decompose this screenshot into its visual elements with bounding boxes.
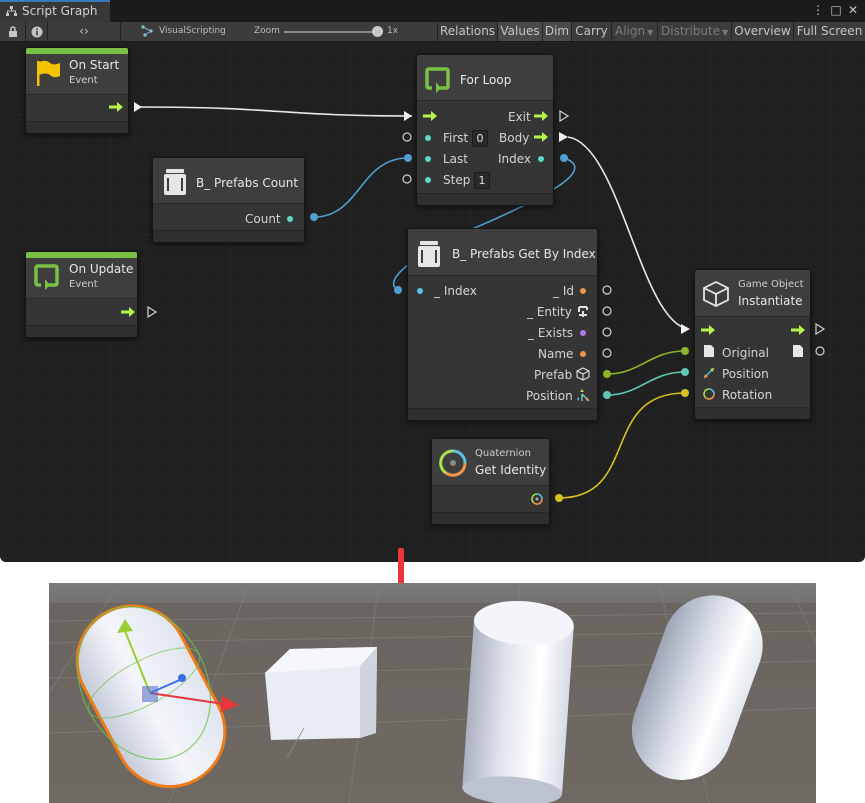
cube-icon	[703, 280, 729, 308]
update-loop-icon	[34, 264, 59, 290]
node-title: On Update	[69, 262, 134, 276]
node-subtitle: Event	[69, 75, 98, 86]
value-connection-position	[606, 371, 686, 396]
prefabs-get-by-index-node[interactable]: B_ Prefabs Get By Index _ Index _ Id _ E…	[407, 228, 598, 421]
prefab-label: Prefab	[534, 368, 573, 382]
id-label: _ Id	[553, 284, 574, 298]
document-icon	[704, 345, 714, 357]
node-subtitle: Event	[69, 279, 98, 290]
name-label: Name	[538, 347, 574, 361]
node-title: B_ Prefabs Count	[196, 176, 299, 190]
flow-output-port[interactable]	[109, 102, 123, 112]
flow-output-port[interactable]	[791, 325, 805, 335]
id-port-dot[interactable]	[580, 288, 586, 294]
last-port-dot[interactable]	[425, 156, 431, 162]
node-title: For Loop	[460, 73, 512, 87]
exit-flow-port[interactable]	[534, 111, 548, 121]
count-label: Count	[245, 212, 281, 226]
loop-icon	[425, 67, 450, 93]
step-port-dot[interactable]	[425, 177, 431, 183]
node-category: Quaternion	[475, 448, 531, 459]
on-start-node[interactable]: On Start Event	[25, 47, 129, 134]
node-title: On Start	[69, 58, 120, 72]
entity-icon[interactable]	[576, 305, 590, 319]
node-title: Get Identity	[475, 463, 547, 477]
cylinder	[462, 600, 574, 803]
rotation-label: Rotation	[722, 388, 773, 402]
index-input-port-dot[interactable]	[417, 288, 423, 294]
vector-icon	[703, 367, 715, 379]
exists-port-dot[interactable]	[580, 330, 586, 336]
first-value-field[interactable]: 0	[472, 130, 488, 147]
flow-input-port[interactable]	[423, 111, 437, 121]
position-label: Position	[722, 367, 769, 381]
body-flow-port[interactable]	[534, 132, 548, 142]
scene-view	[49, 583, 816, 803]
name-port-dot[interactable]	[580, 351, 586, 357]
for-loop-node[interactable]: For Loop Exit First 0 Body Last Index St…	[416, 54, 554, 206]
node-title: B_ Prefabs Get By Index	[452, 247, 596, 261]
list-icon	[164, 169, 186, 195]
get-identity-node[interactable]: Quaternion Get Identity	[431, 438, 550, 525]
on-update-node[interactable]: On Update Event	[25, 251, 138, 338]
prefabs-count-node[interactable]: B_ Prefabs Count Count	[152, 157, 305, 243]
flag-icon	[37, 60, 60, 86]
flow-connection-start	[139, 106, 413, 117]
index-label: Index	[498, 152, 532, 166]
count-port-dot[interactable]	[287, 216, 293, 222]
first-port-dot[interactable]	[425, 135, 431, 141]
rotation-icon	[703, 388, 715, 400]
instantiate-node[interactable]: Game Object Instantiate Original Positio…	[694, 269, 811, 420]
rotation-output-icon[interactable]	[530, 492, 544, 506]
index-input-label: _ Index	[434, 284, 477, 298]
first-label: First	[443, 131, 469, 145]
list-icon	[418, 241, 440, 267]
node-category: Game Object	[738, 279, 804, 290]
exists-label: _ Exists	[528, 326, 574, 340]
node-title: Instantiate	[738, 294, 803, 308]
document-output-icon[interactable]	[792, 344, 804, 358]
scene-render	[49, 583, 816, 803]
body-label: Body	[499, 131, 530, 145]
original-label: Original	[722, 346, 769, 360]
exit-label: Exit	[508, 110, 531, 124]
rotation-icon	[439, 449, 467, 477]
on-update-flow-out-icon[interactable]	[147, 306, 157, 318]
entity-label: _ Entity	[527, 305, 572, 319]
value-connection-prefab	[606, 350, 686, 375]
step-label: Step	[443, 173, 471, 187]
last-label: Last	[443, 152, 468, 166]
cube-icon[interactable]	[576, 367, 590, 381]
value-connection-count	[313, 157, 409, 218]
step-value-field[interactable]: 1	[474, 172, 490, 189]
index-port-dot[interactable]	[538, 156, 544, 162]
flow-input-port[interactable]	[701, 325, 715, 335]
script-graph-window: Script Graph ⋮ □ ✕ ‹› VisualScripting Zo…	[0, 0, 865, 562]
position-label: Position	[526, 389, 573, 403]
vector-icon[interactable]	[576, 388, 590, 402]
flow-output-port[interactable]	[121, 307, 135, 317]
